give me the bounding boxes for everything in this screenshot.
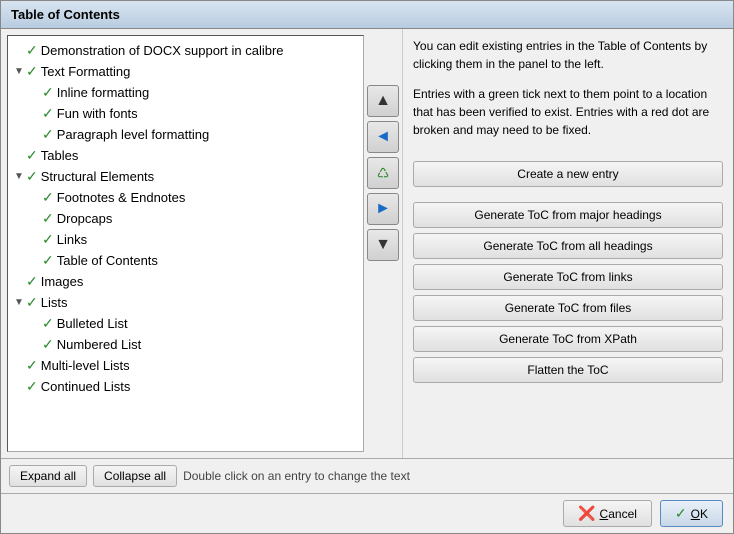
tree-item[interactable]: ▼✓Structural Elements — [12, 166, 359, 187]
item-label: Structural Elements — [41, 169, 154, 184]
toc-tree[interactable]: ✓Demonstration of DOCX support in calibr… — [7, 35, 364, 452]
create-entry-button[interactable]: Create a new entry — [413, 161, 723, 187]
tree-item[interactable]: ✓Fun with fonts — [12, 103, 359, 124]
tree-item[interactable]: ✓Bulleted List — [12, 313, 359, 334]
tree-item[interactable]: ✓Multi-level Lists — [12, 355, 359, 376]
dialog-title: Table of Contents — [1, 1, 733, 29]
check-icon: ✓ — [42, 84, 54, 101]
cancel-label: Cancel — [600, 507, 637, 521]
tree-item[interactable]: ✓Inline formatting — [12, 82, 359, 103]
gen-all-button[interactable]: Generate ToC from all headings — [413, 233, 723, 259]
tree-item[interactable]: ✓Dropcaps — [12, 208, 359, 229]
check-icon: ✓ — [26, 147, 38, 164]
item-label: Continued Lists — [41, 379, 131, 394]
recycle-button[interactable]: ♺ — [367, 157, 399, 189]
check-icon: ✓ — [42, 126, 54, 143]
tree-item[interactable]: ✓Numbered List — [12, 334, 359, 355]
check-icon: ✓ — [26, 42, 38, 59]
check-icon: ✓ — [26, 273, 38, 290]
check-icon: ✓ — [42, 315, 54, 332]
tree-item[interactable]: ✓Table of Contents — [12, 250, 359, 271]
check-icon: ✓ — [42, 336, 54, 353]
item-label: Tables — [41, 148, 79, 163]
expand-icon[interactable]: ▼ — [12, 296, 26, 310]
move-up-button[interactable]: ▲ — [367, 85, 399, 117]
check-icon: ✓ — [26, 357, 38, 374]
item-label: Dropcaps — [57, 211, 113, 226]
gen-links-button[interactable]: Generate ToC from links — [413, 264, 723, 290]
check-icon: ✓ — [26, 168, 38, 185]
tree-item[interactable]: ✓Tables — [12, 145, 359, 166]
move-right-button[interactable]: ► — [367, 193, 399, 225]
dialog-body: ✓Demonstration of DOCX support in calibr… — [1, 29, 733, 458]
item-label: Demonstration of DOCX support in calibre — [41, 43, 284, 58]
item-label: Images — [41, 274, 84, 289]
tree-item[interactable]: ▼✓Text Formatting — [12, 61, 359, 82]
check-icon: ✓ — [42, 189, 54, 206]
check-icon: ✓ — [42, 252, 54, 269]
tree-item[interactable]: ✓Footnotes & Endnotes — [12, 187, 359, 208]
right-panel: You can edit existing entries in the Tab… — [403, 29, 733, 458]
collapse-all-button[interactable]: Collapse all — [93, 465, 177, 487]
cancel-icon: ❌ — [578, 505, 595, 522]
item-label: Inline formatting — [57, 85, 150, 100]
check-icon: ✓ — [26, 378, 38, 395]
expand-all-button[interactable]: Expand all — [9, 465, 87, 487]
ok-icon: ✓ — [675, 505, 687, 522]
dialog: Table of Contents ✓Demonstration of DOCX… — [0, 0, 734, 534]
move-down-button[interactable]: ▼ — [367, 229, 399, 261]
item-label: Lists — [41, 295, 68, 310]
item-label: Numbered List — [57, 337, 142, 352]
check-icon: ✓ — [42, 210, 54, 227]
info-text-2: Entries with a green tick next to them p… — [413, 85, 723, 139]
bottom-bar: Expand all Collapse all Double click on … — [1, 458, 733, 493]
ok-button[interactable]: ✓ OK — [660, 500, 723, 527]
hint-text: Double click on an entry to change the t… — [183, 469, 410, 483]
item-label: Multi-level Lists — [41, 358, 130, 373]
item-label: Paragraph level formatting — [57, 127, 209, 142]
tree-item[interactable]: ✓Paragraph level formatting — [12, 124, 359, 145]
tree-item[interactable]: ✓Links — [12, 229, 359, 250]
center-buttons: ▲ ◄ ♺ ► ▼ — [364, 79, 402, 458]
check-icon: ✓ — [42, 231, 54, 248]
tree-item[interactable]: ✓Images — [12, 271, 359, 292]
item-label: Bulleted List — [57, 316, 128, 331]
move-left-button[interactable]: ◄ — [367, 121, 399, 153]
expand-icon[interactable]: ▼ — [12, 170, 26, 184]
gen-major-button[interactable]: Generate ToC from major headings — [413, 202, 723, 228]
item-label: Fun with fonts — [57, 106, 138, 121]
check-icon: ✓ — [26, 294, 38, 311]
ok-label: OK — [691, 507, 708, 521]
left-panel: ✓Demonstration of DOCX support in calibr… — [1, 29, 403, 458]
item-label: Table of Contents — [57, 253, 158, 268]
dialog-footer: ❌ Cancel ✓ OK — [1, 493, 733, 533]
check-icon: ✓ — [26, 63, 38, 80]
gen-xpath-button[interactable]: Generate ToC from XPath — [413, 326, 723, 352]
item-label: Footnotes & Endnotes — [57, 190, 186, 205]
info-text-1: You can edit existing entries in the Tab… — [413, 37, 723, 73]
item-label: Text Formatting — [41, 64, 131, 79]
check-icon: ✓ — [42, 105, 54, 122]
flatten-button[interactable]: Flatten the ToC — [413, 357, 723, 383]
item-label: Links — [57, 232, 87, 247]
gen-files-button[interactable]: Generate ToC from files — [413, 295, 723, 321]
cancel-button[interactable]: ❌ Cancel — [563, 500, 652, 527]
tree-item[interactable]: ✓Continued Lists — [12, 376, 359, 397]
expand-icon[interactable]: ▼ — [12, 65, 26, 79]
tree-item[interactable]: ✓Demonstration of DOCX support in calibr… — [12, 40, 359, 61]
tree-item[interactable]: ▼✓Lists — [12, 292, 359, 313]
